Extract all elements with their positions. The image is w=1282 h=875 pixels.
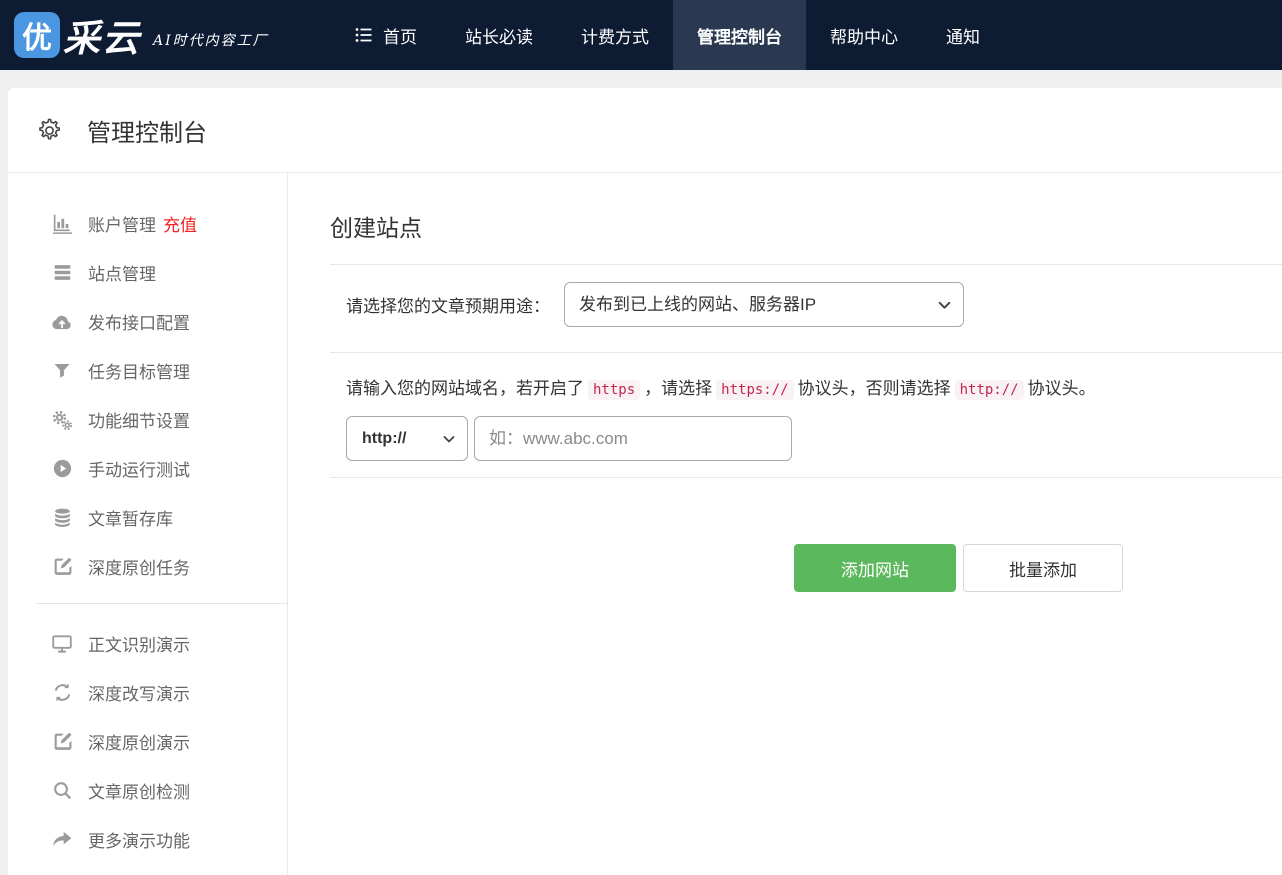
section-title: 创建站点 — [330, 213, 1282, 243]
sidebar-item-label: 文章暂存库 — [88, 505, 173, 530]
content-card: 管理控制台 账户管理充值站点管理发布接口配置任务目标管理功能细节设置手动运行测试… — [8, 88, 1282, 875]
recharge-link[interactable]: 充值 — [163, 211, 197, 236]
edit-icon — [50, 731, 74, 752]
gears-icon — [50, 409, 74, 431]
sidebar-divider — [36, 603, 287, 604]
sidebar-item-label: 发布接口配置 — [88, 309, 190, 334]
sidebar-item[interactable]: 任务目标管理 — [8, 358, 287, 383]
logo-badge: 优 — [14, 12, 60, 58]
sidebar-item-label: 文章原创检测 — [88, 778, 190, 803]
brand-tagline: AI时代内容工厂 — [153, 30, 269, 50]
nav-item[interactable]: 通知 — [922, 0, 1004, 70]
divider — [330, 477, 1282, 478]
purpose-row: 请选择您的文章预期用途： 发布到已上线的网站、服务器IP — [330, 265, 1282, 352]
sidebar-item-label: 深度原创演示 — [88, 729, 190, 754]
sidebar-item[interactable]: 站点管理 — [8, 260, 287, 285]
code-chip: https — [588, 380, 640, 400]
monitor-icon — [50, 633, 74, 655]
nav-item[interactable]: 计费方式 — [557, 0, 673, 70]
code-chip: https:// — [716, 380, 793, 400]
nav-item-label: 帮助中心 — [830, 23, 898, 48]
refresh-icon — [50, 682, 74, 703]
database-icon — [50, 507, 74, 528]
sidebar-item-label: 深度原创任务 — [88, 554, 190, 579]
nav-item-label: 首页 — [383, 23, 417, 48]
search-icon — [50, 780, 74, 801]
divider — [330, 352, 1282, 353]
sidebar: 账户管理充值站点管理发布接口配置任务目标管理功能细节设置手动运行测试文章暂存库深… — [8, 173, 288, 875]
nav-item-label: 站长必读 — [465, 23, 533, 48]
sidebar-item-label: 深度改写演示 — [88, 680, 190, 705]
sidebar-item[interactable]: 功能细节设置 — [8, 407, 287, 432]
sidebar-item-label: 功能细节设置 — [88, 407, 190, 432]
purpose-select[interactable]: 发布到已上线的网站、服务器IP — [564, 282, 964, 327]
nav: 首页 站长必读 计费方式 管理控制台 帮助中心 通知 — [330, 0, 1004, 70]
nav-item[interactable]: 首页 — [330, 0, 441, 70]
sidebar-item[interactable]: 文章暂存库 — [8, 505, 287, 530]
sidebar-item[interactable]: 深度原创演示 — [8, 729, 287, 754]
purpose-label: 请选择您的文章预期用途： — [346, 292, 550, 317]
sidebar-item[interactable]: 更多演示功能 — [8, 827, 287, 852]
sidebar-item[interactable]: 深度改写演示 — [8, 680, 287, 705]
batch-add-button[interactable]: 批量添加 — [963, 544, 1123, 592]
nav-item-label: 管理控制台 — [697, 23, 782, 48]
nav-item[interactable]: 管理控制台 — [673, 0, 806, 70]
list-icon — [354, 25, 374, 45]
nav-item[interactable]: 帮助中心 — [806, 0, 922, 70]
domain-input[interactable] — [474, 416, 792, 461]
add-site-button[interactable]: 添加网站 — [794, 544, 956, 592]
gear-icon — [36, 117, 63, 144]
sidebar-item-label: 账户管理 — [88, 211, 156, 236]
button-row: 添加网站 批量添加 — [330, 544, 1282, 592]
play-circle-icon — [50, 458, 74, 479]
nav-item-label: 计费方式 — [581, 23, 649, 48]
sidebar-item[interactable]: 账户管理充值 — [8, 211, 287, 236]
sidebar-item[interactable]: 深度原创任务 — [8, 554, 287, 579]
sidebar-item-label: 正文识别演示 — [88, 631, 190, 656]
domain-hint: 请输入您的网站域名，若开启了https，请选择https://协议头，否则请选择… — [346, 377, 1282, 402]
sidebar-item[interactable]: 文章原创检测 — [8, 778, 287, 803]
domain-row: http:// — [346, 416, 1282, 461]
server-icon — [50, 262, 74, 283]
sidebar-item-label: 站点管理 — [88, 260, 156, 285]
page-title: 管理控制台 — [87, 113, 207, 148]
nav-item-label: 通知 — [946, 23, 980, 48]
bar-chart-icon — [50, 213, 74, 234]
cloud-upload-icon — [50, 311, 74, 333]
top-navbar: 优 采云 AI时代内容工厂 首页 站长必读 计费方式 管理控制台 帮助中心 通知 — [0, 0, 1282, 70]
forward-arrow-icon — [50, 829, 74, 851]
sidebar-item-label: 更多演示功能 — [88, 827, 190, 852]
nav-item[interactable]: 站长必读 — [441, 0, 557, 70]
sidebar-item-label: 任务目标管理 — [88, 358, 190, 383]
sidebar-item-label: 手动运行测试 — [88, 456, 190, 481]
sidebar-item[interactable]: 正文识别演示 — [8, 631, 287, 656]
page-header: 管理控制台 — [8, 88, 1282, 173]
logo-name: 采云 — [63, 8, 141, 62]
sidebar-item[interactable]: 发布接口配置 — [8, 309, 287, 334]
code-chip: http:// — [955, 380, 1024, 400]
main-panel: 创建站点 请选择您的文章预期用途： 发布到已上线的网站、服务器IP 请输入您的网… — [288, 173, 1282, 875]
sidebar-item[interactable]: 手动运行测试 — [8, 456, 287, 481]
protocol-select[interactable]: http:// — [346, 416, 468, 461]
edit-icon — [50, 556, 74, 577]
funnel-icon — [50, 361, 74, 381]
logo[interactable]: 优 采云 AI时代内容工厂 — [0, 8, 330, 62]
